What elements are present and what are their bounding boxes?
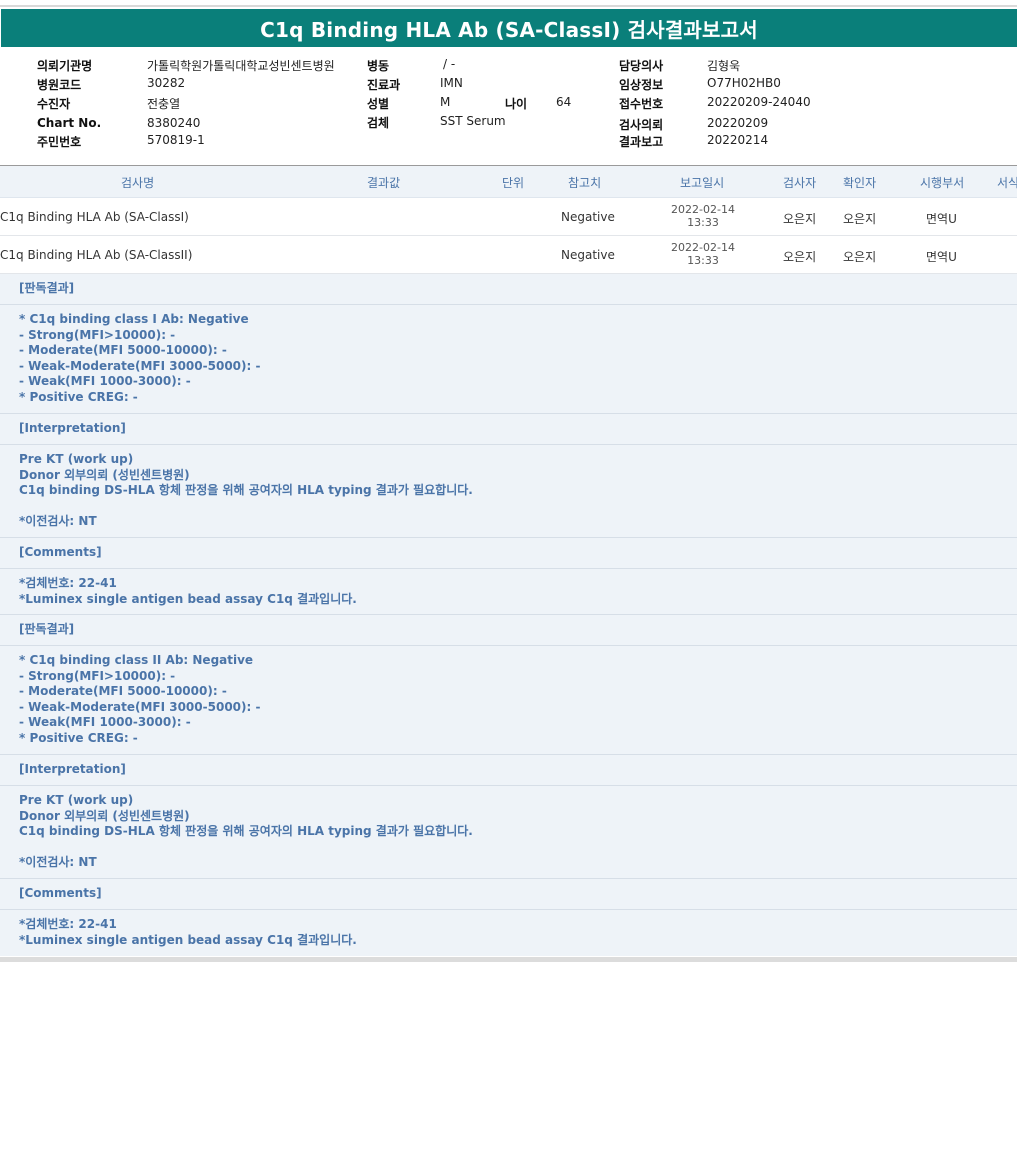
info-value: / - [443, 57, 456, 71]
department: 면역U [926, 212, 957, 226]
info-value: 가톨릭학원가톨릭대학교성빈센트병원 [147, 59, 335, 73]
column-header-test-name: 검사명 [121, 176, 155, 190]
report-time: 13:33 [687, 216, 719, 229]
section-heading: [판독결과] [0, 274, 1017, 305]
info-label: 병원코드 [37, 78, 82, 92]
note-block: * C1q binding class II Ab: Negative - St… [0, 646, 1017, 755]
table-row: C1q Binding HLA Ab (SA-ClassI) Negative … [0, 198, 1017, 236]
info-value: M [440, 95, 451, 109]
confirmer: 오은지 [843, 250, 877, 264]
column-header-result: 결과값 [367, 176, 401, 190]
age-value: 64 [556, 95, 572, 109]
info-label: 성별 [367, 97, 390, 111]
report-title: C1q Binding HLA Ab (SA-ClassI) 검사결과보고서 [1, 9, 1017, 47]
column-header-unit: 단위 [502, 176, 525, 190]
tester: 오은지 [783, 212, 817, 226]
info-value: IMN [440, 76, 463, 90]
note-text: [판독결과] [19, 622, 75, 636]
note-text: Pre KT (work up) Donor 외부의뢰 (성빈센트병원) C1q… [19, 793, 473, 869]
note-text: [Comments] [19, 886, 102, 900]
report-time: 13:33 [687, 254, 719, 267]
column-header-confirmer: 확인자 [843, 176, 877, 190]
note-block: Pre KT (work up) Donor 외부의뢰 (성빈센트병원) C1q… [0, 786, 1017, 879]
info-value: 20220209-24040 [707, 95, 811, 109]
note-text: [Interpretation] [19, 762, 126, 776]
info-value: SST Serum [440, 114, 506, 128]
info-label: 병동 [367, 59, 390, 73]
info-value: 20220214 [707, 133, 769, 147]
reference-value: Negative [561, 210, 615, 224]
column-header-tester: 검사자 [783, 176, 817, 190]
note-block: Pre KT (work up) Donor 외부의뢰 (성빈센트병원) C1q… [0, 445, 1017, 538]
table-row: C1q Binding HLA Ab (SA-ClassII) Negative… [0, 236, 1017, 274]
report-date: 2022-02-14 [671, 241, 735, 254]
info-label: 수진자 [37, 97, 71, 111]
report-datetime: 2022-02-14 13:33 [660, 241, 746, 267]
info-label: 진료과 [367, 78, 401, 92]
reference-value: Negative [561, 248, 615, 262]
test-name: C1q Binding HLA Ab (SA-ClassII) [0, 248, 193, 262]
note-text: Pre KT (work up) Donor 외부의뢰 (성빈센트병원) C1q… [19, 452, 473, 528]
patient-info: 의뢰기관명 가톨릭학원가톨릭대학교성빈센트병원 병원코드 30282 수진자 전… [0, 56, 1017, 160]
top-rule [0, 5, 1017, 7]
bottom-rule [0, 957, 1017, 962]
info-value: 30282 [147, 76, 186, 90]
info-label: 담당의사 [619, 59, 664, 73]
info-label: Chart No. [37, 116, 102, 130]
table-header: 검사명 결과값 단위 참고치 보고일시 검사자 확인자 시행부서 서식 [0, 166, 1017, 198]
section-heading: [판독결과] [0, 615, 1017, 646]
note-text: *검체번호: 22-41 *Luminex single antigen bea… [19, 917, 357, 947]
column-header-department: 시행부서 [920, 176, 965, 190]
info-value: 전충열 [147, 97, 181, 111]
note-text: * C1q binding class I Ab: Negative - Str… [19, 312, 261, 404]
info-label: 결과보고 [619, 135, 664, 149]
tester: 오은지 [783, 250, 817, 264]
info-value: O77H02HB0 [707, 76, 781, 90]
section-heading: [Interpretation] [0, 414, 1017, 445]
info-label: 검사의뢰 [619, 118, 664, 132]
section-heading: [Comments] [0, 879, 1017, 910]
info-label: 주민번호 [37, 135, 82, 149]
test-name: C1q Binding HLA Ab (SA-ClassI) [0, 210, 189, 224]
info-label: 의뢰기관명 [37, 59, 93, 73]
note-block: *검체번호: 22-41 *Luminex single antigen bea… [0, 910, 1017, 955]
note-text: *검체번호: 22-41 *Luminex single antigen bea… [19, 576, 357, 606]
note-text: [Interpretation] [19, 421, 126, 435]
note-text: [Comments] [19, 545, 102, 559]
info-label: 임상정보 [619, 78, 664, 92]
note-block: * C1q binding class I Ab: Negative - Str… [0, 305, 1017, 414]
section-heading: [Interpretation] [0, 755, 1017, 786]
info-label: 접수번호 [619, 97, 664, 111]
column-header-report-date: 보고일시 [680, 176, 725, 190]
section-heading: [Comments] [0, 538, 1017, 569]
report-datetime: 2022-02-14 13:33 [660, 203, 746, 229]
column-header-form: 서식 [997, 176, 1017, 190]
info-label: 검체 [367, 116, 390, 130]
interpretation-notes: [판독결과] * C1q binding class I Ab: Negativ… [0, 274, 1017, 956]
info-value: 20220209 [707, 116, 769, 130]
department: 면역U [926, 250, 957, 264]
column-header-reference: 참고치 [568, 176, 602, 190]
age-label: 나이 [505, 97, 528, 111]
info-value: 김형욱 [707, 59, 741, 73]
note-text: [판독결과] [19, 281, 75, 295]
note-block: *검체번호: 22-41 *Luminex single antigen bea… [0, 569, 1017, 615]
info-value: 8380240 [147, 116, 201, 130]
confirmer: 오은지 [843, 212, 877, 226]
info-value: 570819-1 [147, 133, 205, 147]
note-text: * C1q binding class II Ab: Negative - St… [19, 653, 261, 745]
report-date: 2022-02-14 [671, 203, 735, 216]
